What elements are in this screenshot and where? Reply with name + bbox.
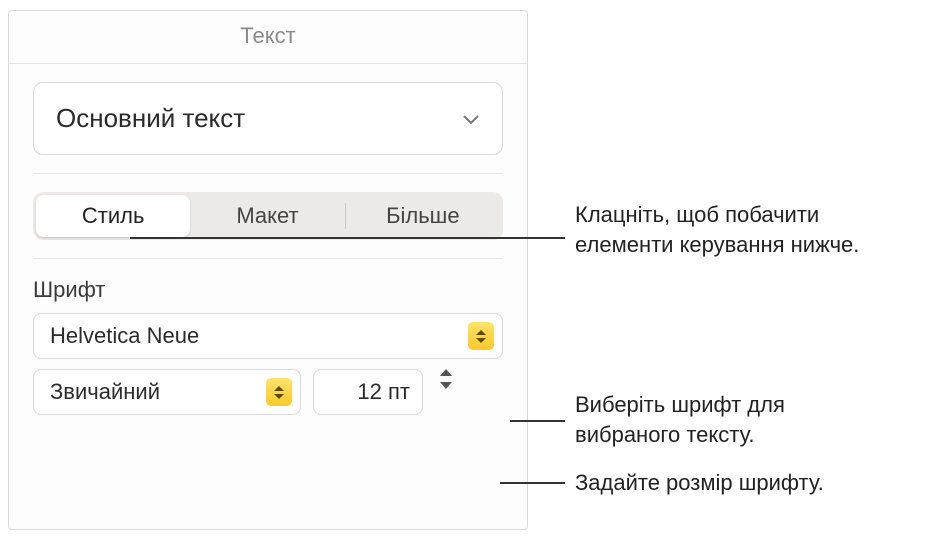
updown-icon (468, 322, 494, 350)
font-size-stepper[interactable] (435, 369, 457, 415)
text-inspector-panel: Текст Основний текст Стиль Макет Більше … (8, 10, 528, 530)
updown-icon (266, 378, 292, 406)
divider (33, 173, 503, 174)
tab-segmented-control: Стиль Макет Більше (33, 192, 503, 240)
callout-leader (500, 482, 565, 484)
font-size-field[interactable]: 12 пт (313, 369, 423, 415)
stepper-down-icon (440, 382, 452, 389)
stepper-up-icon (440, 369, 452, 376)
tab-layout[interactable]: Макет (190, 195, 344, 237)
callout-leader (510, 420, 565, 422)
font-weight-select[interactable]: Звичайний (33, 369, 301, 415)
font-size-value: 12 пт (328, 379, 416, 405)
callout-tabs-text: Клацніть, щоб побачити елементи керуванн… (575, 200, 875, 259)
callout-font-select-text: Виберіть шрифт для вибраного тексту. (575, 390, 895, 449)
divider (33, 258, 503, 259)
callout-leader (130, 237, 565, 239)
paragraph-style-label: Основний текст (56, 103, 245, 134)
tab-style[interactable]: Стиль (36, 195, 190, 237)
divider (9, 63, 527, 64)
font-family-value: Helvetica Neue (50, 323, 199, 349)
tab-more[interactable]: Більше (346, 195, 500, 237)
font-family-select[interactable]: Helvetica Neue (33, 313, 503, 359)
panel-title: Текст (9, 11, 527, 63)
font-section-label: Шрифт (33, 277, 503, 303)
paragraph-style-select[interactable]: Основний текст (33, 82, 503, 155)
font-weight-value: Звичайний (50, 379, 160, 405)
chevron-down-icon (462, 113, 480, 125)
callout-font-size-text: Задайте розмір шрифту. (575, 468, 935, 498)
